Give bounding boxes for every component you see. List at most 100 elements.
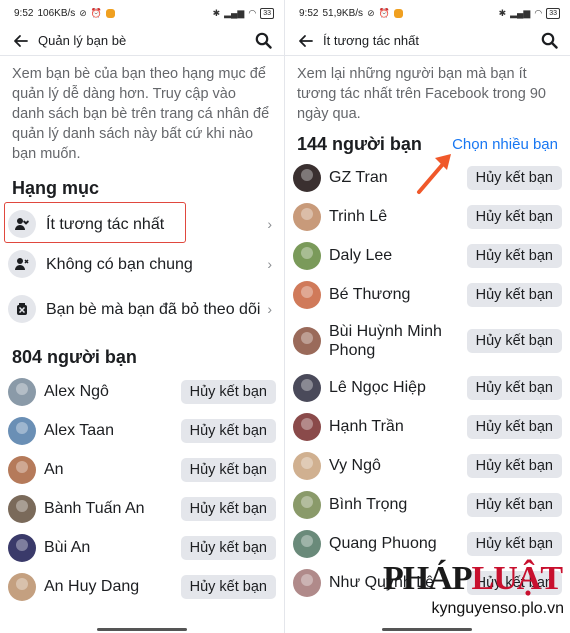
friend-name[interactable]: Alex Taan [44, 421, 181, 440]
battery-icon: 33 [546, 7, 560, 19]
signal-icon: ▂▄▆ [510, 7, 531, 18]
friend-row[interactable]: Trinh Lê Hủy kết bạn [285, 197, 570, 236]
unfriend-button[interactable]: Hủy kết bạn [180, 457, 276, 482]
friend-row[interactable]: Bùi An Hủy kết bạn [0, 528, 284, 567]
friend-name[interactable]: Bé Thương [329, 285, 467, 304]
page-description: Xem bạn bè của bạn theo hạng mục để quản… [12, 66, 270, 162]
friend-name[interactable]: Bành Tuấn An [44, 499, 181, 518]
search-icon[interactable] [252, 30, 274, 52]
unfriend-button[interactable]: Hủy kết bạn [466, 243, 562, 268]
app-bar: Ít tương tác nhất [285, 26, 570, 56]
app-notification-icon [393, 8, 403, 18]
friend-row[interactable]: Bình Trọng Hủy kết bạn [285, 485, 570, 524]
status-bar: 9:52 51,9KB/s ⊘ ⏰ ✱ ▂▄▆ ◠ 33 [285, 0, 570, 26]
app-bar: Quản lý bạn bè [0, 26, 284, 56]
avatar[interactable] [293, 529, 321, 558]
wifi-icon: ◠ [534, 7, 543, 18]
unfriend-button[interactable]: Hủy kết bạn [466, 492, 562, 517]
friend-name[interactable]: An [44, 460, 181, 479]
friend-list: GZ Tran Hủy kết bạn Trinh Lê Hủy kết bạn Dal… [285, 158, 570, 602]
friend-row[interactable]: Alex Taan Hủy kết bạn [0, 411, 284, 450]
friend-name[interactable]: Daly Lee [329, 246, 467, 265]
back-arrow-icon[interactable] [10, 30, 32, 52]
avatar[interactable] [293, 280, 321, 309]
friend-name[interactable]: Bình Trọng [329, 495, 467, 514]
friend-name[interactable]: Lê Ngọc Hiệp [329, 378, 467, 397]
unfriend-button[interactable]: Hủy kết bạn [466, 165, 562, 190]
unfriend-button[interactable]: Hủy kết bạn [466, 204, 562, 229]
friend-row[interactable]: Daly Lee Hủy kết bạn [285, 236, 570, 275]
avatar[interactable] [293, 202, 321, 231]
page-description: Xem lại những người bạn mà bạn ít tương … [297, 66, 546, 122]
category-no-mutual-friends[interactable]: Không có bạn chung › [0, 244, 284, 284]
alarm-icon: ⏰ [90, 7, 103, 18]
avatar[interactable] [293, 568, 321, 597]
friend-row[interactable]: Vy Ngô Hủy kết bạn [285, 446, 570, 485]
unfriend-button[interactable]: Hủy kết bạn [466, 329, 562, 353]
category-label: Ít tương tác nhất [46, 215, 165, 233]
friend-row[interactable]: GZ Tran Hủy kết bạn [285, 158, 570, 197]
avatar[interactable] [8, 455, 36, 484]
avatar[interactable] [293, 412, 321, 441]
unfriend-button[interactable]: Hủy kết bạn [466, 570, 562, 595]
unfriend-button[interactable]: Hủy kết bạn [180, 535, 276, 560]
friend-row[interactable]: Như Quỳnh Lê Hủy kết bạn [285, 563, 570, 602]
avatar[interactable] [293, 373, 321, 402]
avatar[interactable] [8, 572, 36, 601]
friend-name[interactable]: Quang Phuong [329, 534, 467, 553]
unfriend-button[interactable]: Hủy kết bạn [180, 574, 276, 599]
mute-icon: ⊘ [79, 7, 87, 18]
avatar[interactable] [293, 241, 321, 270]
back-arrow-icon[interactable] [295, 30, 317, 52]
unfriend-button[interactable]: Hủy kết bạn [466, 282, 562, 307]
avatar[interactable] [8, 533, 36, 562]
status-speed: 106KB/s [37, 7, 76, 19]
unfriend-button[interactable]: Hủy kết bạn [466, 531, 562, 556]
friend-row[interactable]: Bùi Huỳnh Minh Phong Hủy kết bạn [285, 314, 570, 368]
friend-row[interactable]: Hạnh Trần Hủy kết bạn [285, 407, 570, 446]
select-many-friends-link[interactable]: Chọn nhiều bạn [452, 136, 558, 153]
bluetooth-icon: ✱ [212, 7, 221, 18]
friend-name[interactable]: Bùi An [44, 538, 181, 557]
friend-name[interactable]: Hạnh Trần [329, 417, 467, 436]
page-title: Ít tương tác nhất [323, 33, 420, 48]
unfriend-button[interactable]: Hủy kết bạn [466, 375, 562, 400]
friend-name[interactable]: GZ Tran [329, 168, 467, 187]
status-time: 9:52 [299, 7, 319, 19]
friend-row[interactable]: Bé Thương Hủy kết bạn [285, 275, 570, 314]
avatar[interactable] [293, 163, 321, 192]
friend-name[interactable]: An Huy Dang [44, 577, 181, 596]
avatar[interactable] [293, 327, 321, 355]
friend-name[interactable]: Như Quỳnh Lê [329, 573, 467, 592]
unfriend-button[interactable]: Hủy kết bạn [180, 418, 276, 443]
status-time: 9:52 [14, 7, 34, 19]
search-icon[interactable] [538, 30, 560, 52]
friend-row[interactable]: Lê Ngọc Hiệp Hủy kết bạn [285, 368, 570, 407]
unfriend-button[interactable]: Hủy kết bạn [180, 496, 276, 521]
unfriend-button[interactable]: Hủy kết bạn [180, 379, 276, 404]
battery-icon: 33 [260, 7, 274, 19]
friend-name[interactable]: Alex Ngô [44, 382, 181, 401]
unfriend-button[interactable]: Hủy kết bạn [466, 453, 562, 478]
unfollow-icon [8, 295, 36, 323]
avatar[interactable] [8, 494, 36, 523]
category-least-interacted[interactable]: Ít tương tác nhất › [0, 204, 284, 244]
friend-name[interactable]: Trinh Lê [329, 207, 467, 226]
friend-row[interactable]: Bành Tuấn An Hủy kết bạn [0, 489, 284, 528]
avatar[interactable] [8, 377, 36, 406]
friend-row[interactable]: Alex Ngô Hủy kết bạn [0, 372, 284, 411]
chevron-right-icon: › [267, 256, 272, 272]
friend-name[interactable]: Vy Ngô [329, 456, 467, 475]
unfriend-button[interactable]: Hủy kết bạn [466, 414, 562, 439]
category-unfollowed-friends[interactable]: Bạn bè mà bạn đã bỏ theo dõi › [0, 284, 284, 334]
friend-row[interactable]: An Huy Dang Hủy kết bạn [0, 567, 284, 606]
alarm-icon: ⏰ [378, 7, 390, 18]
avatar[interactable] [293, 490, 321, 519]
friend-name[interactable]: Bùi Huỳnh Minh Phong [329, 322, 467, 360]
avatar[interactable] [293, 451, 321, 480]
avatar[interactable] [8, 416, 36, 445]
screen-least-interacted: 9:52 51,9KB/s ⊘ ⏰ ✱ ▂▄▆ ◠ 33 Ít tương tá… [285, 0, 570, 633]
friend-row[interactable]: Quang Phuong Hủy kết bạn [285, 524, 570, 563]
person-x-icon [8, 250, 36, 278]
friend-row[interactable]: An Hủy kết bạn [0, 450, 284, 489]
